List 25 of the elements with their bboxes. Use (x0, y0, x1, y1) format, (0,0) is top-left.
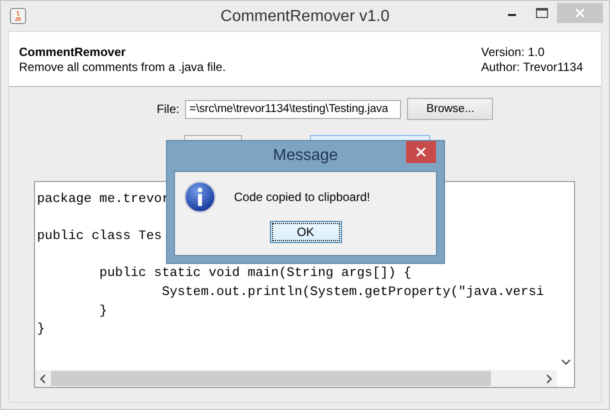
close-icon (575, 8, 585, 18)
browse-button[interactable]: Browse... (407, 98, 494, 120)
file-path-field[interactable]: =\src\me\trevor1134\testing\Testing.java (185, 100, 402, 118)
window-title: CommentRemover v1.0 (220, 8, 390, 26)
file-label: File: (156, 102, 180, 116)
code-line: package me.trevor (37, 190, 170, 208)
code-line: public static void main(String args[]) { (98, 264, 412, 282)
code-line: } (37, 320, 45, 338)
code-line: System.out.println(System.getProperty("java.versi (160, 282, 544, 301)
author-label: Author: Trevor1134 (481, 60, 583, 74)
app-name: CommentRemover (19, 45, 127, 59)
dialog-message: Code copied to clipboard! (234, 190, 370, 204)
java-app-icon (10, 8, 26, 24)
info-icon (184, 181, 216, 213)
close-icon (416, 147, 426, 157)
close-button[interactable] (406, 141, 436, 163)
code-line: } (98, 302, 108, 320)
app-description: Remove all comments from a .java file. (19, 60, 226, 74)
code-line: public class Tes (37, 227, 162, 246)
horizontal-scrollbar[interactable] (35, 370, 557, 387)
scrollbar-thumb[interactable] (51, 371, 491, 386)
version-label: Version: 1.0 (481, 45, 546, 59)
maximize-icon (536, 8, 548, 18)
dialog-title: Message (273, 147, 338, 164)
ok-button[interactable]: OK (270, 221, 342, 243)
